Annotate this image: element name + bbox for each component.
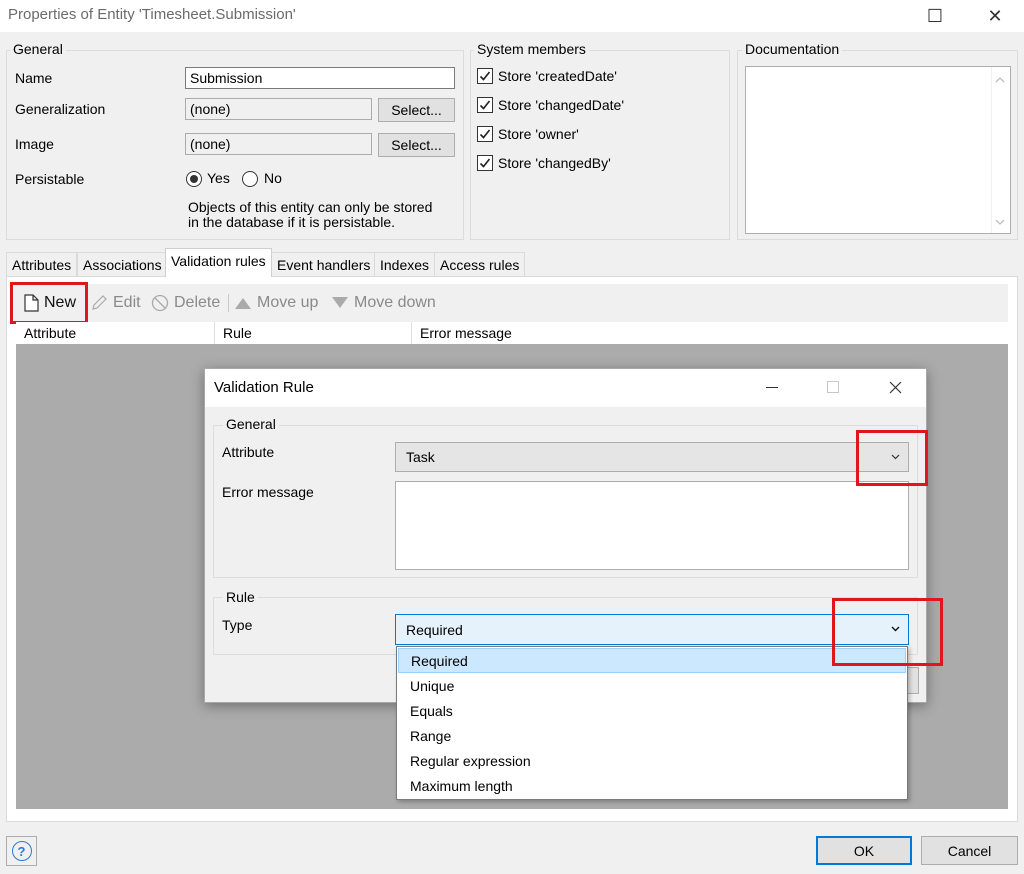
store-owner-checkbox[interactable] (477, 126, 493, 142)
window-title: Properties of Entity 'Timesheet.Submissi… (8, 6, 296, 23)
store-changed-by-checkbox[interactable] (477, 155, 493, 171)
move-up-label: Move up (257, 294, 319, 311)
image-label: Image (15, 136, 54, 152)
checkmark-icon (479, 100, 491, 110)
column-header-rule[interactable]: Rule (215, 322, 412, 344)
type-option-equals[interactable]: Equals (398, 699, 906, 724)
dialog-close-icon[interactable] (889, 381, 902, 394)
prohibited-icon (151, 294, 169, 312)
dialog-title: Validation Rule (214, 379, 314, 396)
persistable-no-radio[interactable] (242, 171, 258, 187)
column-header-error-message[interactable]: Error message (412, 322, 1007, 344)
persistable-label: Persistable (15, 171, 85, 187)
delete-button[interactable]: Delete (151, 290, 220, 316)
type-option-required[interactable]: Required (398, 648, 906, 673)
scroll-up-icon[interactable] (995, 76, 1005, 83)
tab-associations[interactable]: Associations (77, 252, 168, 276)
minimize-icon[interactable] (766, 387, 778, 389)
dialog-general-label: General (223, 416, 279, 432)
generalization-label: Generalization (15, 101, 106, 117)
help-button[interactable]: ? (6, 836, 37, 866)
attribute-dropdown-highlight (856, 430, 928, 486)
error-message-label: Error message (222, 484, 314, 500)
persistable-note-line2: in the database if it is persistable. (188, 214, 396, 230)
tab-validation-rules[interactable]: Validation rules (165, 248, 272, 277)
edit-label: Edit (113, 294, 141, 311)
name-field[interactable]: Submission (185, 67, 455, 89)
type-option-regular-expression[interactable]: Regular expression (398, 749, 906, 774)
generalization-field: (none) (185, 98, 372, 120)
attribute-dropdown[interactable]: Task (395, 442, 909, 472)
store-created-date-label: Store 'createdDate' (498, 68, 617, 84)
tab-access-rules[interactable]: Access rules (434, 252, 526, 276)
persistable-no-label: No (264, 170, 282, 186)
tab-event-handlers[interactable]: Event handlers (271, 252, 377, 276)
help-icon: ? (11, 841, 32, 861)
documentation-textarea[interactable] (745, 66, 1011, 234)
triangle-up-icon (235, 298, 251, 309)
checkmark-icon (479, 71, 491, 81)
store-changed-by-label: Store 'changedBy' (498, 155, 611, 171)
type-option-unique[interactable]: Unique (398, 674, 906, 699)
attribute-label: Attribute (222, 444, 275, 460)
move-up-button[interactable]: Move up (234, 290, 318, 316)
ok-button[interactable]: OK (816, 836, 912, 865)
store-changed-date-checkbox[interactable] (477, 97, 493, 113)
store-changed-date-label: Store 'changedDate' (498, 97, 624, 113)
store-owner-label: Store 'owner' (498, 126, 579, 142)
column-header-attribute[interactable]: Attribute (16, 322, 215, 344)
edit-button[interactable]: Edit (90, 290, 141, 316)
cancel-button[interactable]: Cancel (921, 836, 1018, 865)
move-down-label: Move down (354, 294, 436, 311)
general-group-label: General (10, 41, 66, 57)
type-value: Required (406, 622, 463, 638)
maximize-icon[interactable]: ☐ (912, 0, 958, 32)
triangle-down-icon (332, 297, 348, 308)
delete-label: Delete (174, 294, 221, 311)
documentation-label: Documentation (742, 41, 843, 57)
attribute-value: Task (406, 449, 435, 465)
generalization-select-button[interactable]: Select... (378, 98, 455, 122)
persistable-note-line1: Objects of this entity can only be store… (188, 199, 433, 215)
new-button-highlight (10, 282, 88, 324)
error-message-textarea[interactable] (395, 481, 909, 570)
documentation-scrollbar[interactable] (991, 67, 1010, 233)
tab-attributes[interactable]: Attributes (6, 252, 78, 276)
move-down-button[interactable]: Move down (331, 290, 436, 316)
tab-indexes[interactable]: Indexes (374, 252, 436, 276)
name-label: Name (15, 70, 53, 86)
persistable-yes-label: Yes (207, 170, 230, 186)
type-label: Type (222, 617, 253, 633)
checkmark-icon (479, 158, 491, 168)
type-option-maximum-length[interactable]: Maximum length (398, 774, 906, 799)
store-created-date-checkbox[interactable] (477, 68, 493, 84)
pencil-icon (92, 295, 107, 310)
type-option-range[interactable]: Range (398, 724, 906, 749)
toolbar-separator (228, 294, 229, 312)
image-field: (none) (185, 133, 372, 155)
dialog-rule-label: Rule (223, 589, 258, 605)
close-icon[interactable]: ✕ (972, 0, 1018, 32)
scroll-down-icon[interactable] (995, 219, 1005, 226)
dialog-maximize-icon (827, 381, 839, 393)
checkmark-icon (479, 129, 491, 139)
type-dropdown-highlight (832, 598, 943, 666)
image-select-button[interactable]: Select... (378, 133, 455, 157)
persistable-yes-radio[interactable] (186, 171, 202, 187)
system-members-label: System members (474, 41, 589, 57)
